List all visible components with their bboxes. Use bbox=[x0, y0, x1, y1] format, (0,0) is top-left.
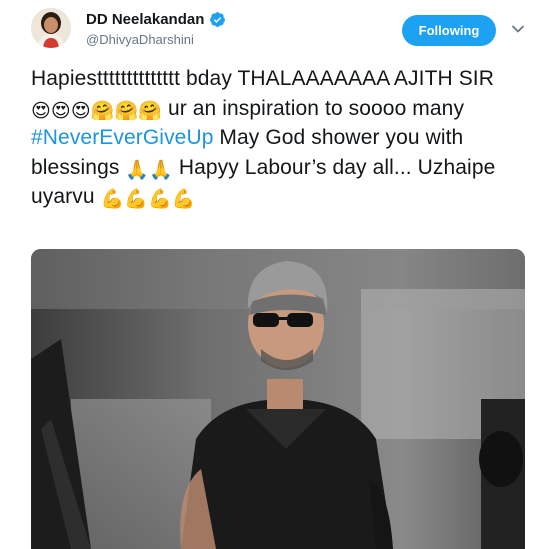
folded-hands-emoji-icon: 🙏🙏 bbox=[125, 159, 173, 181]
hashtag-link[interactable]: #NeverEverGiveUp bbox=[31, 126, 214, 149]
author-name-row: DD Neelakandan bbox=[86, 11, 226, 28]
tweet-text-segment: Hapiestttttttttttttt bday THALAAAAAAA AJ… bbox=[31, 67, 494, 90]
flexed-biceps-emoji-icon: 💪💪💪💪 bbox=[100, 189, 196, 210]
heart-eyes-emoji-icon: 😍😍😍 bbox=[31, 100, 91, 122]
tweet-card: DD Neelakandan @DhivyaDharshini Followin… bbox=[0, 0, 550, 549]
avatar[interactable] bbox=[31, 8, 71, 48]
hugging-emoji-icon: 🤗🤗🤗 bbox=[90, 100, 163, 122]
author-handle[interactable]: @DhivyaDharshini bbox=[86, 32, 194, 47]
verified-badge-icon bbox=[210, 12, 226, 27]
chevron-down-icon[interactable] bbox=[511, 22, 525, 36]
following-button[interactable]: Following bbox=[402, 15, 496, 46]
tweet-text-segment: ur an inspiration to soooo many bbox=[162, 96, 465, 120]
tweet-text: Hapiestttttttttttttt bday THALAAAAAAA AJ… bbox=[31, 64, 521, 212]
photo-man-sunglasses-icon bbox=[31, 249, 525, 549]
tweet-photo[interactable] bbox=[31, 249, 525, 549]
author-display-name[interactable]: DD Neelakandan bbox=[86, 11, 204, 28]
